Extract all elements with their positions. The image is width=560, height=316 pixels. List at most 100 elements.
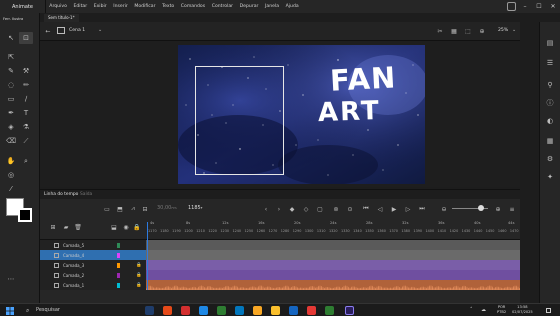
edge-app-icon[interactable]: [235, 306, 244, 315]
lasso-tool-icon[interactable]: ◌: [6, 80, 16, 90]
back-arrow-icon[interactable]: ←: [44, 27, 52, 35]
task-view-icon[interactable]: [145, 306, 154, 315]
menu-arquivo[interactable]: Arquivo: [46, 4, 70, 9]
menu-editar[interactable]: Editar: [70, 4, 90, 9]
selection-bounding-box[interactable]: [195, 66, 284, 175]
workspace-icon[interactable]: [507, 2, 516, 11]
layer-color-swatch[interactable]: [117, 242, 120, 248]
document-tab[interactable]: Sem título-1*: [44, 14, 79, 22]
layer-row[interactable]: Camada_1 🔒: [40, 280, 146, 290]
swatches-icon[interactable]: ▦: [545, 136, 555, 146]
maximize-icon[interactable]: ☐: [532, 0, 546, 13]
clock[interactable]: 13:58 02/07/2025: [512, 305, 533, 314]
info-icon[interactable]: ⓘ: [545, 98, 555, 108]
bone-tool-icon[interactable]: ⚒: [21, 66, 31, 76]
input-language[interactable]: POR PTB2: [497, 305, 506, 314]
menu-depurar[interactable]: Depurar: [236, 4, 261, 9]
onedrive-icon[interactable]: ☁: [481, 307, 486, 313]
assets-icon[interactable]: ✦: [545, 172, 555, 182]
play-icon[interactable]: ▶: [390, 205, 398, 213]
app-icon[interactable]: [181, 306, 190, 315]
ink-bottle-tool-icon[interactable]: ⚗: [21, 122, 31, 132]
menu-modificar[interactable]: Modificar: [131, 4, 159, 9]
office-app-icon[interactable]: [163, 306, 172, 315]
scene-label[interactable]: Cena 1: [69, 28, 85, 33]
step-back-icon[interactable]: ◁: [376, 205, 384, 213]
eyedropper-tool-icon[interactable]: ⁄: [6, 184, 16, 194]
close-icon[interactable]: ✕: [546, 0, 560, 13]
align-icon[interactable]: ⚲: [545, 80, 555, 90]
animate-app-icon[interactable]: [345, 306, 354, 315]
layer-color-swatch[interactable]: [117, 272, 120, 278]
new-layer-icon[interactable]: ⊞: [49, 223, 57, 231]
current-frame[interactable]: 1185F: [188, 205, 202, 211]
clip-canvas-icon[interactable]: ⬚: [464, 27, 472, 35]
more-tools-icon[interactable]: ⋯: [6, 274, 16, 284]
excel-app-icon[interactable]: [217, 306, 226, 315]
layer-color-swatch[interactable]: [117, 282, 120, 288]
show-hide-all-icon[interactable]: ◉: [122, 223, 130, 231]
frame-row[interactable]: [146, 270, 520, 280]
fps-value[interactable]: 30,00FPS: [157, 205, 177, 211]
layer-color-swatch[interactable]: [117, 262, 120, 268]
camera-tool-icon[interactable]: ◎: [6, 170, 16, 180]
store-app-icon[interactable]: [289, 306, 298, 315]
timeline-menu-icon[interactable]: ≡: [508, 205, 516, 213]
insert-frame-icon[interactable]: ▢: [316, 205, 324, 213]
onion-outline-icon[interactable]: ⊙: [346, 205, 354, 213]
minimize-icon[interactable]: –: [518, 0, 532, 13]
playhead[interactable]: [147, 222, 148, 290]
frame-grid[interactable]: [146, 240, 520, 290]
timeline-ruler[interactable]: 4s 8s 12s 16s 20s 24s 28s 32s 36s 40s 44…: [146, 219, 520, 240]
graph-icon[interactable]: ⩘: [129, 205, 137, 213]
menu-ajuda[interactable]: Ajuda: [282, 4, 302, 9]
onion-skin-icon[interactable]: ⊚: [332, 205, 340, 213]
menu-comandos[interactable]: Comandos: [178, 4, 209, 9]
frame-row[interactable]: [146, 260, 520, 270]
highlight-layers-icon[interactable]: ⬓: [110, 223, 118, 231]
chevron-down-icon[interactable]: ⌄: [512, 27, 516, 33]
insert-keyframe-icon[interactable]: ◆: [288, 205, 296, 213]
show-parent-icon[interactable]: ⊟: [141, 205, 149, 213]
menu-controlar[interactable]: Controlar: [208, 4, 236, 9]
menu-inserir[interactable]: Inserir: [110, 4, 131, 9]
layer-depth-icon[interactable]: ⬒: [116, 205, 124, 213]
app-name[interactable]: Animate: [0, 0, 46, 13]
layer-row[interactable]: Camada_2 🔒: [40, 270, 146, 280]
media-app-icon[interactable]: [307, 306, 316, 315]
insert-blank-keyframe-icon[interactable]: ◇: [302, 205, 310, 213]
chevron-left-icon[interactable]: ‹: [262, 205, 270, 213]
tray-chevron-icon[interactable]: ˄: [470, 307, 473, 313]
layer-row[interactable]: Camada_5: [40, 240, 146, 250]
layer-color-swatch[interactable]: [117, 252, 120, 258]
eraser-tool-icon[interactable]: ⌫: [6, 136, 16, 146]
camera-toggle-icon[interactable]: ▭: [103, 205, 111, 213]
frame-row[interactable]: [146, 250, 520, 260]
lock-icon[interactable]: 🔒: [136, 263, 142, 268]
app-icon-green[interactable]: [325, 306, 334, 315]
new-folder-icon[interactable]: ▰: [62, 223, 70, 231]
components-icon[interactable]: ⚙: [545, 154, 555, 164]
notification-icon[interactable]: [546, 308, 551, 313]
properties-icon[interactable]: ▤: [545, 38, 555, 48]
timeline-zoom-slider-handle[interactable]: [478, 205, 484, 211]
stage-options-icon[interactable]: ▦: [450, 27, 458, 35]
paint-bucket-tool-icon[interactable]: ◈: [6, 122, 16, 132]
frame-row-audio[interactable]: [146, 280, 520, 290]
zoom-tool-icon[interactable]: ⌕: [21, 156, 31, 166]
hand-tool-icon[interactable]: ✋: [6, 156, 16, 166]
tab-timeline[interactable]: Linha do tempo: [44, 192, 78, 197]
stroke-color-swatch[interactable]: [18, 208, 32, 222]
edit-symbols-icon[interactable]: ✂: [436, 27, 444, 35]
chevron-down-icon[interactable]: ⌄: [98, 27, 102, 33]
rectangle-tool-icon[interactable]: ▭: [6, 94, 16, 104]
last-frame-icon[interactable]: ⏭: [418, 205, 426, 213]
tab-output[interactable]: Saída: [80, 192, 92, 197]
library-icon[interactable]: ☰: [545, 58, 555, 68]
menu-texto[interactable]: Texto: [159, 4, 178, 9]
chevron-right-icon[interactable]: ›: [275, 205, 283, 213]
selection-tool-icon[interactable]: ↖: [6, 33, 16, 43]
windows-start-icon[interactable]: [6, 307, 14, 315]
delete-layer-icon[interactable]: 🗑: [74, 223, 82, 231]
line-tool-icon[interactable]: ∕: [21, 94, 31, 104]
